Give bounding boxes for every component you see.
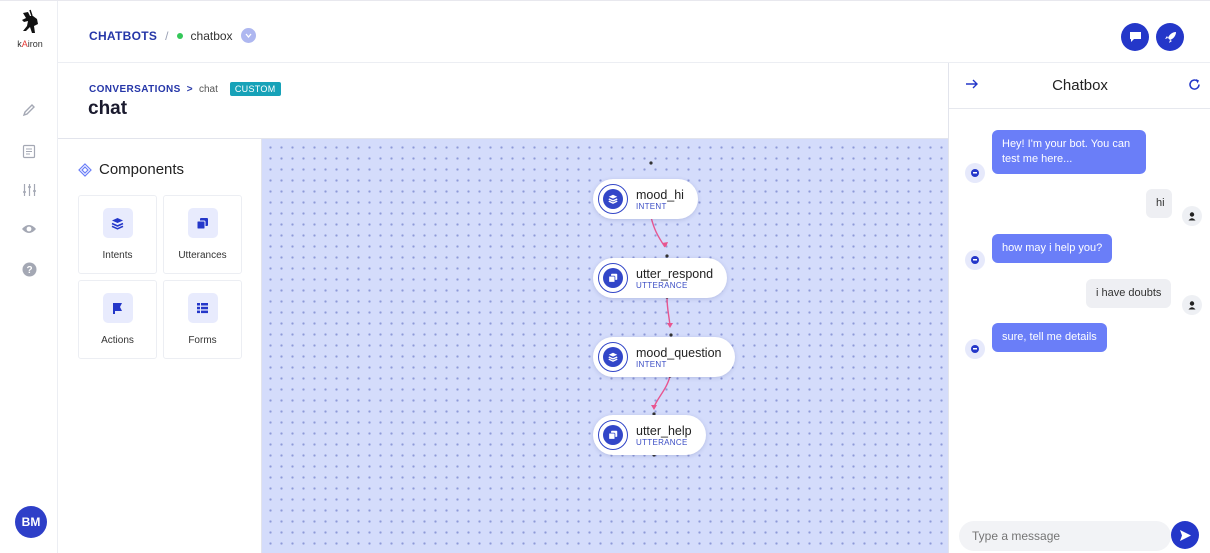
node-port (649, 161, 653, 165)
bot-message: sure, tell me details (992, 323, 1107, 352)
bot-message: how may i help you? (992, 234, 1113, 263)
breadcrumb-separator: / (165, 28, 169, 43)
left-rail: kAiron ? BM (0, 1, 58, 553)
node-name: mood_question (636, 345, 722, 360)
flow-node-intent[interactable]: mood_hi INTENT (593, 179, 698, 219)
user-avatar-icon (1182, 206, 1202, 226)
conversation-breadcrumb: CONVERSATIONS > chat CUSTOM (89, 82, 281, 96)
chatbox-title: Chatbox (1052, 77, 1108, 94)
component-label: Forms (188, 335, 217, 346)
svg-text:?: ? (26, 265, 32, 276)
component-actions[interactable]: Actions (78, 280, 157, 359)
utterance-node-icon (598, 263, 628, 293)
conversations-link[interactable]: CONVERSATIONS (89, 84, 181, 95)
components-heading: Components (78, 161, 184, 178)
node-type: INTENT (636, 201, 667, 211)
edge-arrowhead (651, 405, 657, 410)
top-bar: CHATBOTS / chatbox (58, 1, 1210, 63)
bot-switcher-chevron-icon[interactable] (240, 28, 256, 43)
component-intents[interactable]: Intents (78, 195, 157, 274)
intent-node-icon (598, 184, 628, 214)
flow-node-utterance[interactable]: utter_help UTTERANCE (593, 415, 706, 455)
kairon-logo[interactable]: kAiron (10, 9, 50, 61)
node-type: UTTERANCE (636, 437, 688, 447)
bot-avatar-icon (965, 339, 985, 359)
document-icon[interactable] (20, 142, 38, 160)
user-avatar-icon (1182, 295, 1202, 315)
sliders-icon[interactable] (20, 181, 38, 199)
logo-wordmark: kAiron (17, 39, 43, 49)
refresh-icon[interactable] (1188, 78, 1201, 96)
node-name: mood_hi (636, 187, 684, 202)
stack-icon (187, 208, 218, 238)
online-status-dot (176, 32, 183, 39)
edge-arrowhead (662, 242, 668, 247)
send-icon (1179, 529, 1191, 541)
bot-avatar-icon (965, 163, 985, 183)
chatbox-panel: Chatbox Hey! I'm your bot. You can test … (948, 63, 1210, 553)
story-flow-canvas[interactable]: mood_hi INTENT utter_respond UTTERANCE m… (262, 139, 948, 553)
node-name: utter_respond (636, 266, 714, 281)
list-icon (187, 293, 218, 323)
user-message: i have doubts (1086, 279, 1172, 308)
page-title: chat (88, 98, 128, 119)
breadcrumb: CHATBOTS / chatbox (89, 28, 256, 43)
component-label: Intents (102, 250, 133, 261)
flow-edge (666, 296, 671, 327)
component-label: Actions (101, 335, 134, 346)
app-root: kAiron ? BM CHATBOTS / chatbox CONVERSAT… (0, 0, 1210, 553)
node-name: utter_help (636, 423, 692, 438)
message-input[interactable] (959, 521, 1171, 551)
edge-arrowhead (667, 323, 673, 328)
user-avatar[interactable]: BM (15, 506, 47, 538)
breadcrumb-arrow: > (186, 83, 193, 95)
node-type: UTTERANCE (636, 280, 688, 290)
components-diamond-icon (78, 162, 92, 177)
flow-node-utterance[interactable]: utter_respond UTTERANCE (593, 258, 728, 298)
layers-icon (102, 208, 133, 238)
send-button[interactable] (1171, 521, 1199, 549)
components-panel: Components Intents Utterances Actions Fo… (58, 139, 262, 553)
help-icon[interactable]: ? (20, 260, 38, 278)
flow-edge (650, 216, 666, 248)
bot-name: chatbox (190, 28, 233, 43)
chat-toggle-button[interactable] (1121, 23, 1149, 51)
story-type-badge: CUSTOM (229, 82, 281, 96)
components-grid: Intents Utterances Actions Forms (78, 195, 242, 359)
breadcrumb-current: chat (198, 83, 218, 95)
page-header: CONVERSATIONS > chat CUSTOM chat (58, 63, 948, 139)
intent-node-icon (598, 342, 628, 372)
component-forms[interactable]: Forms (163, 280, 242, 359)
utterance-node-icon (598, 420, 628, 450)
flag-icon (102, 293, 133, 323)
deploy-button[interactable] (1156, 23, 1184, 51)
component-utterances[interactable]: Utterances (163, 195, 242, 274)
bot-message: Hey! I'm your bot. You can test me here.… (992, 130, 1146, 174)
rocket-icon (1164, 31, 1176, 43)
eye-icon[interactable] (20, 220, 38, 238)
component-label: Utterances (178, 250, 227, 261)
pencil-icon[interactable] (20, 101, 38, 119)
bot-avatar-icon (965, 250, 985, 270)
unicorn-logo-icon (22, 9, 38, 33)
chat-bubble-icon (1129, 32, 1141, 42)
flow-node-intent[interactable]: mood_question INTENT (593, 337, 736, 377)
node-type: INTENT (636, 359, 667, 369)
chatbox-header: Chatbox (949, 63, 1210, 109)
breadcrumb-chatbots-link[interactable]: CHATBOTS (89, 29, 157, 43)
user-message: hi (1146, 189, 1172, 218)
flow-edge (653, 375, 671, 408)
